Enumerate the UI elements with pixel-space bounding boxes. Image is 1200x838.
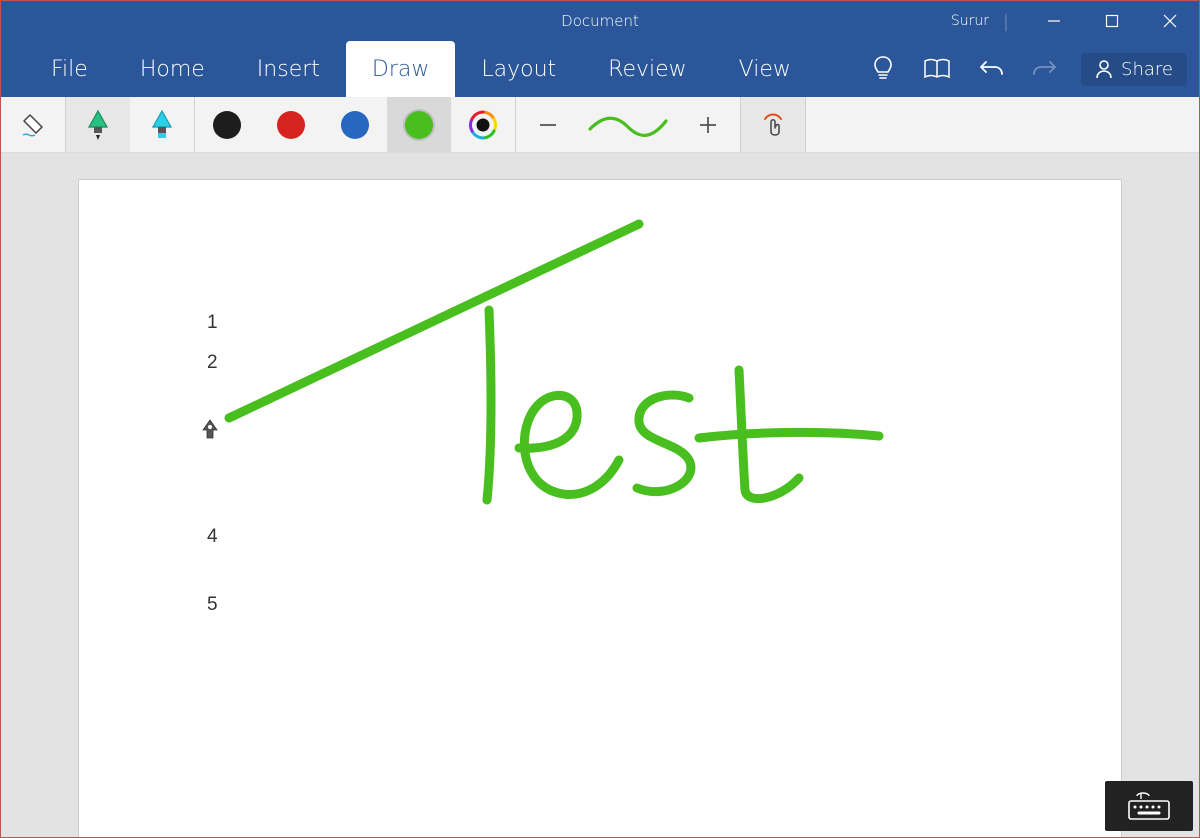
pen-tool[interactable] (66, 97, 130, 152)
maximize-button[interactable] (1083, 1, 1141, 41)
document-title: Document (561, 12, 639, 30)
line-number: 2 (207, 352, 218, 374)
color-green[interactable] (387, 97, 451, 152)
tab-review[interactable]: Review (582, 41, 713, 97)
canvas-area: 1 2 4 5 (1, 153, 1199, 837)
ink-drawing (159, 200, 919, 540)
tab-home[interactable]: Home (114, 41, 231, 97)
tab-view[interactable]: View (713, 41, 817, 97)
ribbon-right-controls: Share (857, 41, 1199, 97)
swatch-green-icon (405, 111, 433, 139)
tab-insert[interactable]: Insert (231, 41, 346, 97)
minimize-button[interactable] (1025, 1, 1083, 41)
redo-button[interactable] (1019, 41, 1071, 97)
swatch-blue-icon (341, 111, 369, 139)
title-separator: | (1003, 11, 1009, 32)
document-page[interactable]: 1 2 4 5 (78, 179, 1122, 837)
maximize-icon (1105, 14, 1119, 28)
undo-button[interactable] (965, 41, 1017, 97)
touch-draw-icon (759, 110, 787, 140)
redo-icon (1032, 58, 1058, 80)
swatch-red-icon (277, 111, 305, 139)
minimize-icon (1047, 14, 1061, 28)
close-icon (1163, 14, 1177, 28)
tab-layout[interactable]: Layout (455, 41, 582, 97)
swatch-black-icon (213, 111, 241, 139)
share-label: Share (1121, 59, 1173, 80)
share-button[interactable]: Share (1081, 53, 1187, 86)
tell-me-button[interactable] (857, 41, 909, 97)
close-button[interactable] (1141, 1, 1199, 41)
ribbon-tabs: File Home Insert Draw Layout Review View (1, 41, 1199, 97)
toolbar-separator (805, 97, 806, 152)
touch-keyboard-button[interactable] (1105, 781, 1193, 831)
user-name[interactable]: Surur (951, 13, 989, 29)
color-custom[interactable] (451, 97, 515, 152)
pen-icon (85, 109, 111, 141)
tab-file[interactable]: File (25, 41, 114, 97)
tab-draw[interactable]: Draw (346, 41, 455, 97)
keyboard-icon (1127, 791, 1171, 821)
thickness-increase[interactable] (676, 97, 740, 152)
line-number: 4 (207, 526, 218, 548)
book-icon (923, 58, 951, 80)
highlighter-icon (149, 109, 175, 141)
eraser-icon (18, 110, 48, 140)
app-window: Document Surur | File Home Insert Draw L… (0, 0, 1200, 838)
lightbulb-icon (872, 55, 894, 83)
thickness-decrease[interactable] (516, 97, 580, 152)
wave-preview-icon (586, 113, 670, 137)
title-bar: Document Surur | (1, 1, 1199, 41)
line-number: 5 (207, 594, 218, 616)
highlighter-tool[interactable] (130, 97, 194, 152)
color-blue[interactable] (323, 97, 387, 152)
window-controls (1025, 1, 1199, 41)
draw-toolbar (1, 97, 1199, 153)
text-cursor-icon (201, 418, 219, 446)
person-icon (1095, 59, 1113, 79)
plus-icon (698, 115, 718, 135)
color-wheel-icon (467, 109, 499, 141)
color-black[interactable] (195, 97, 259, 152)
touch-draw-toggle[interactable] (741, 97, 805, 152)
minus-icon (538, 115, 558, 135)
thickness-preview (580, 97, 676, 152)
line-number: 1 (207, 312, 218, 334)
eraser-tool[interactable] (1, 97, 65, 152)
color-red[interactable] (259, 97, 323, 152)
undo-icon (978, 58, 1004, 80)
read-mode-button[interactable] (911, 41, 963, 97)
